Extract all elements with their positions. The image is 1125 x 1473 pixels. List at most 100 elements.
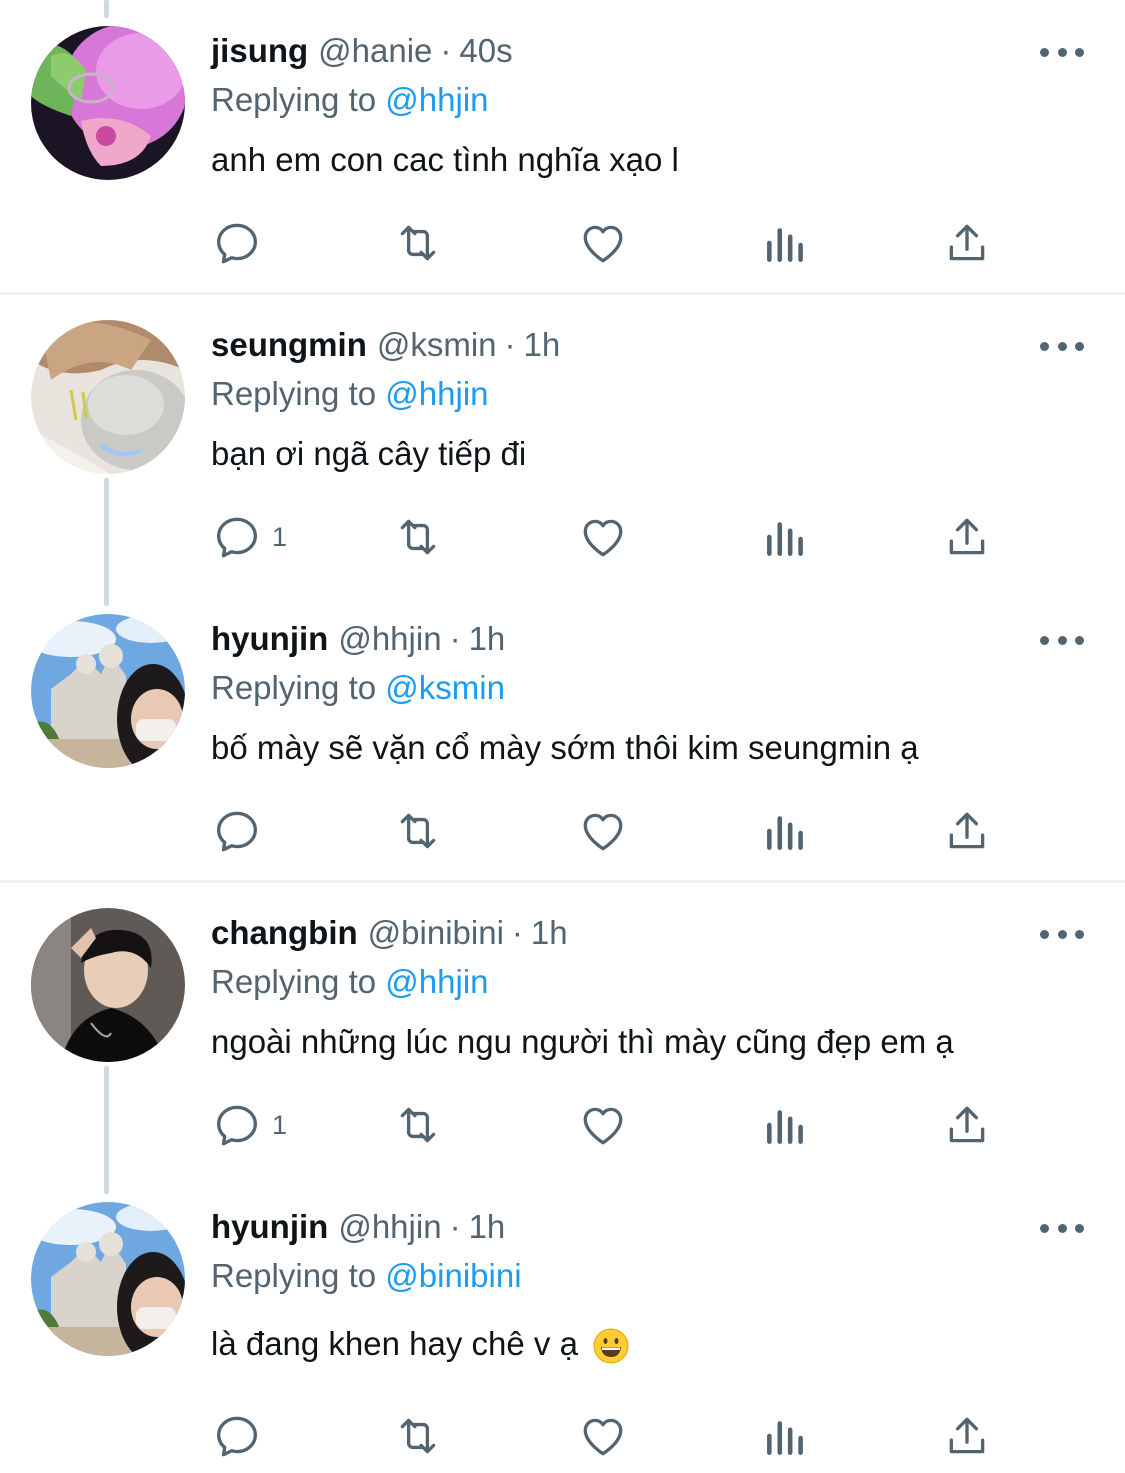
timestamp[interactable]: 1h (469, 618, 506, 660)
retweet-button[interactable] (393, 213, 443, 273)
more-icon[interactable] (1040, 37, 1084, 67)
reply-button[interactable]: 1 (212, 507, 287, 567)
display-name[interactable]: jisung (211, 30, 308, 72)
avatar[interactable] (31, 1202, 185, 1356)
more-icon[interactable] (1040, 1213, 1084, 1243)
replying-to: Replying to @ksmin (211, 667, 505, 709)
avatar-image (31, 1202, 185, 1356)
tweet-header: seungmin @ksmin · 1h (211, 324, 560, 366)
avatar[interactable] (31, 26, 185, 180)
tweet[interactable]: changbin @binibini · 1h Replying to @hhj… (0, 882, 1125, 1176)
share-icon (949, 518, 985, 555)
share-button[interactable] (942, 1095, 992, 1155)
share-button[interactable] (942, 801, 992, 861)
share-button[interactable] (942, 1406, 992, 1466)
analytics-icon (767, 816, 803, 850)
tweet[interactable]: hyunjin @hhjin · 1h Replying to @ksmin b… (0, 588, 1125, 880)
heart-icon (583, 1107, 623, 1145)
reply-icon (217, 223, 257, 264)
share-icon (949, 224, 985, 261)
timestamp[interactable]: 1h (469, 1206, 506, 1248)
user-handle[interactable]: @hanie (318, 30, 432, 72)
mention-link[interactable]: @hhjin (385, 81, 488, 118)
display-name[interactable]: changbin (211, 912, 358, 954)
tweet-text: ngoài những lúc ngu người thì mày cũng đ… (211, 1023, 954, 1060)
timestamp[interactable]: 1h (531, 912, 568, 954)
views-button[interactable] (761, 213, 811, 273)
action-bar: 1 (0, 1095, 1125, 1155)
retweet-button[interactable] (393, 801, 443, 861)
reply-button[interactable] (212, 801, 272, 861)
share-button[interactable] (942, 507, 992, 567)
reply-icon (217, 1105, 257, 1146)
like-button[interactable] (578, 1095, 628, 1155)
action-bar (0, 1406, 1125, 1466)
avatar[interactable] (31, 908, 185, 1062)
retweet-icon (400, 519, 436, 555)
tweet-text: là đang khen hay chê v ạ (211, 1322, 629, 1366)
separator-dot: · (440, 32, 452, 69)
retweet-button[interactable] (393, 507, 443, 567)
analytics-icon (767, 522, 803, 556)
avatar-image (31, 320, 185, 474)
more-icon[interactable] (1040, 919, 1084, 949)
timestamp[interactable]: 40s (459, 30, 512, 72)
heart-icon (583, 519, 623, 557)
replying-prefix: Replying to (211, 81, 377, 118)
user-handle[interactable]: @hhjin (338, 1206, 441, 1248)
separator-dot: · (511, 914, 523, 951)
tweet-text: anh em con cac tình nghĩa xạo l (211, 141, 679, 178)
display-name[interactable]: hyunjin (211, 1206, 328, 1248)
user-handle[interactable]: @hhjin (338, 618, 441, 660)
separator-dot: · (449, 1208, 461, 1245)
action-bar (0, 213, 1125, 273)
like-button[interactable] (578, 1406, 628, 1466)
avatar[interactable] (31, 320, 185, 474)
heart-icon (583, 813, 623, 851)
tweet[interactable]: hyunjin @hhjin · 1h Replying to @binibin… (0, 1176, 1125, 1473)
retweet-icon (400, 225, 436, 261)
heart-icon (583, 1418, 623, 1456)
user-handle[interactable]: @binibini (368, 912, 504, 954)
retweet-button[interactable] (393, 1406, 443, 1466)
display-name[interactable]: hyunjin (211, 618, 328, 660)
replying-prefix: Replying to (211, 375, 377, 412)
replying-to: Replying to @hhjin (211, 79, 489, 121)
like-button[interactable] (578, 801, 628, 861)
analytics-icon (767, 1421, 803, 1455)
avatar[interactable] (31, 614, 185, 768)
views-button[interactable] (761, 801, 811, 861)
tweet-header: jisung @hanie · 40s (211, 30, 513, 72)
views-button[interactable] (761, 1406, 811, 1466)
retweet-button[interactable] (393, 1095, 443, 1155)
mention-link[interactable]: @binibini (385, 1257, 521, 1294)
timestamp[interactable]: 1h (524, 324, 561, 366)
user-handle[interactable]: @ksmin (377, 324, 497, 366)
reply-icon (217, 517, 257, 558)
mention-link[interactable]: @ksmin (385, 669, 505, 706)
mention-link[interactable]: @hhjin (385, 963, 488, 1000)
more-icon[interactable] (1040, 331, 1084, 361)
reply-button[interactable] (212, 1406, 272, 1466)
views-button[interactable] (761, 1095, 811, 1155)
reply-icon (217, 811, 257, 852)
tweet-header: hyunjin @hhjin · 1h (211, 1206, 505, 1248)
display-name[interactable]: seungmin (211, 324, 367, 366)
reply-button[interactable]: 1 (212, 1095, 287, 1155)
tweet-text: bạn ơi ngã cây tiếp đi (211, 435, 527, 472)
analytics-icon (767, 228, 803, 262)
replying-to: Replying to @binibini (211, 1255, 522, 1297)
share-button[interactable] (942, 213, 992, 273)
like-button[interactable] (578, 213, 628, 273)
more-icon[interactable] (1040, 625, 1084, 655)
action-bar: 1 (0, 507, 1125, 567)
tweet[interactable]: jisung @hanie · 40s Replying to @hhjin a… (0, 0, 1125, 292)
tweet-text-content: là đang khen hay chê v ạ (211, 1325, 578, 1362)
analytics-icon (767, 1110, 803, 1144)
tweet[interactable]: seungmin @ksmin · 1h Replying to @hhjin … (0, 294, 1125, 588)
mention-link[interactable]: @hhjin (385, 375, 488, 412)
like-button[interactable] (578, 507, 628, 567)
reply-count: 1 (272, 521, 288, 552)
views-button[interactable] (761, 507, 811, 567)
reply-button[interactable] (212, 213, 272, 273)
